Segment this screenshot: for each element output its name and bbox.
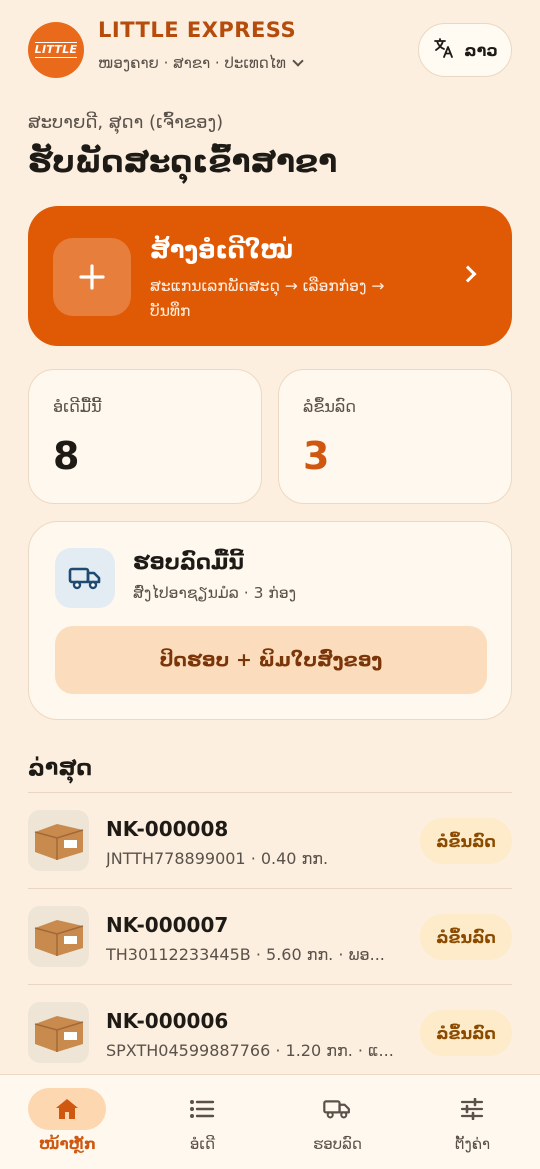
batch-subtitle: ສົ່ງໄປອາຊຽນມໍລ · 3 ກ່ອງ bbox=[133, 584, 297, 602]
new-order-title: ສ້າງອໍເດີໃໝ່ bbox=[150, 236, 294, 264]
status-badge: ລໍຂຶ້ນລົດ bbox=[420, 818, 512, 864]
chevron-right-icon bbox=[459, 265, 477, 283]
order-id: NK-000008 bbox=[106, 817, 229, 841]
nav-item-settings[interactable]: ຕັ້ງຄ່າ bbox=[405, 1075, 540, 1169]
nav-item-batches[interactable]: ຮອບລົດ bbox=[270, 1075, 405, 1169]
nav-label-orders: ອໍເດີ bbox=[189, 1135, 216, 1153]
status-badge: ລໍຂຶ້ນລົດ bbox=[420, 1010, 512, 1056]
order-detail: SPXTH04599887766 · 1.20 ກກ. · ແ... bbox=[106, 1041, 394, 1060]
logo-text: LITTLE bbox=[34, 42, 78, 58]
close-batch-print-button[interactable]: ປິດຮອບ + ພິມໃບສົ່ງຂອງ bbox=[55, 626, 487, 694]
parcel-box-icon bbox=[28, 810, 89, 871]
recent-list: NK-000008 JNTTH778899001 · 0.40 ກກ. ລໍຂຶ… bbox=[28, 792, 512, 1080]
today-batch-card: ຮອບລົດມື້ນີ້ ສົ່ງໄປອາຊຽນມໍລ · 3 ກ່ອງ ປິດ… bbox=[28, 521, 512, 720]
awaiting-pickup-card[interactable]: ລໍຂຶ້ນລົດ 3 bbox=[278, 369, 512, 504]
orders-today-card[interactable]: ອໍເດີມື້ນີ້ 8 bbox=[28, 369, 262, 504]
branch-location: ໜອງຄາຍ · ສາຂາ · ປະເທດໄທ bbox=[98, 54, 287, 72]
awaiting-pickup-label: ລໍຂຶ້ນລົດ bbox=[303, 397, 356, 416]
branch-selector[interactable]: ໜອງຄາຍ · ສາຂາ · ປະເທດໄທ bbox=[98, 54, 304, 72]
new-order-button[interactable]: ສ້າງອໍເດີໃໝ່ ສະແກນເລກພັດສະດຸ → ເລືອກກ່ອງ… bbox=[28, 206, 512, 346]
awaiting-pickup-value: 3 bbox=[303, 434, 330, 478]
orders-today-value: 8 bbox=[53, 434, 80, 478]
list-item[interactable]: NK-000007 TH30112233445B · 5.60 ກກ. · ພອ… bbox=[28, 888, 512, 984]
order-id: NK-000006 bbox=[106, 1009, 229, 1033]
home-icon bbox=[28, 1088, 106, 1130]
chevron-down-icon bbox=[292, 55, 304, 67]
app-name: LITTLE EXPRESS bbox=[98, 18, 297, 42]
nav-label-home: ໜ້າຫຼັກ bbox=[39, 1135, 96, 1153]
parcel-box-icon bbox=[28, 1002, 89, 1063]
truck-icon bbox=[298, 1088, 376, 1130]
app-logo: LITTLE bbox=[28, 22, 84, 78]
parcel-box-icon bbox=[28, 906, 89, 967]
nav-item-home[interactable]: ໜ້າຫຼັກ bbox=[0, 1075, 135, 1169]
sliders-icon bbox=[433, 1088, 511, 1130]
language-button[interactable]: ລາວ bbox=[418, 23, 512, 77]
list-icon bbox=[163, 1088, 241, 1130]
nav-item-orders[interactable]: ອໍເດີ bbox=[135, 1075, 270, 1169]
order-id: NK-000007 bbox=[106, 913, 229, 937]
app-header: LITTLE LITTLE EXPRESS ໜອງຄາຍ · ສາຂາ · ປະ… bbox=[0, 0, 540, 96]
translate-icon bbox=[432, 36, 456, 65]
nav-label-settings: ຕັ້ງຄ່າ bbox=[454, 1135, 491, 1153]
order-detail: TH30112233445B · 5.60 ກກ. · ພອ... bbox=[106, 945, 385, 964]
page-title: ຮັບພັດສະດຸເຂົ້າສາຂາ bbox=[28, 144, 338, 180]
status-badge: ລໍຂຶ້ນລົດ bbox=[420, 914, 512, 960]
batch-title: ຮອບລົດມື້ນີ້ bbox=[133, 550, 244, 574]
recent-section-title: ລ່າສຸດ bbox=[28, 756, 93, 781]
greeting: ສະບາຍດີ, ສຸດາ (ເຈົ້າຂອງ) bbox=[28, 112, 224, 133]
list-item[interactable]: NK-000008 JNTTH778899001 · 0.40 ກກ. ລໍຂຶ… bbox=[28, 792, 512, 888]
plus-icon bbox=[53, 238, 131, 316]
truck-icon bbox=[55, 548, 115, 608]
new-order-subtitle: ສະແກນເລກພັດສະດຸ → ເລືອກກ່ອງ → ບັນທຶກ bbox=[150, 277, 385, 320]
language-label: ລາວ bbox=[464, 40, 498, 60]
bottom-nav: ໜ້າຫຼັກ ອໍເດີ ຮອບລົດ ຕັ້ງຄ່າ bbox=[0, 1074, 540, 1169]
order-detail: JNTTH778899001 · 0.40 ກກ. bbox=[106, 849, 329, 868]
nav-label-batches: ຮອບລົດ bbox=[313, 1135, 362, 1153]
list-item[interactable]: NK-000006 SPXTH04599887766 · 1.20 ກກ. · … bbox=[28, 984, 512, 1080]
orders-today-label: ອໍເດີມື້ນີ້ bbox=[53, 397, 102, 416]
